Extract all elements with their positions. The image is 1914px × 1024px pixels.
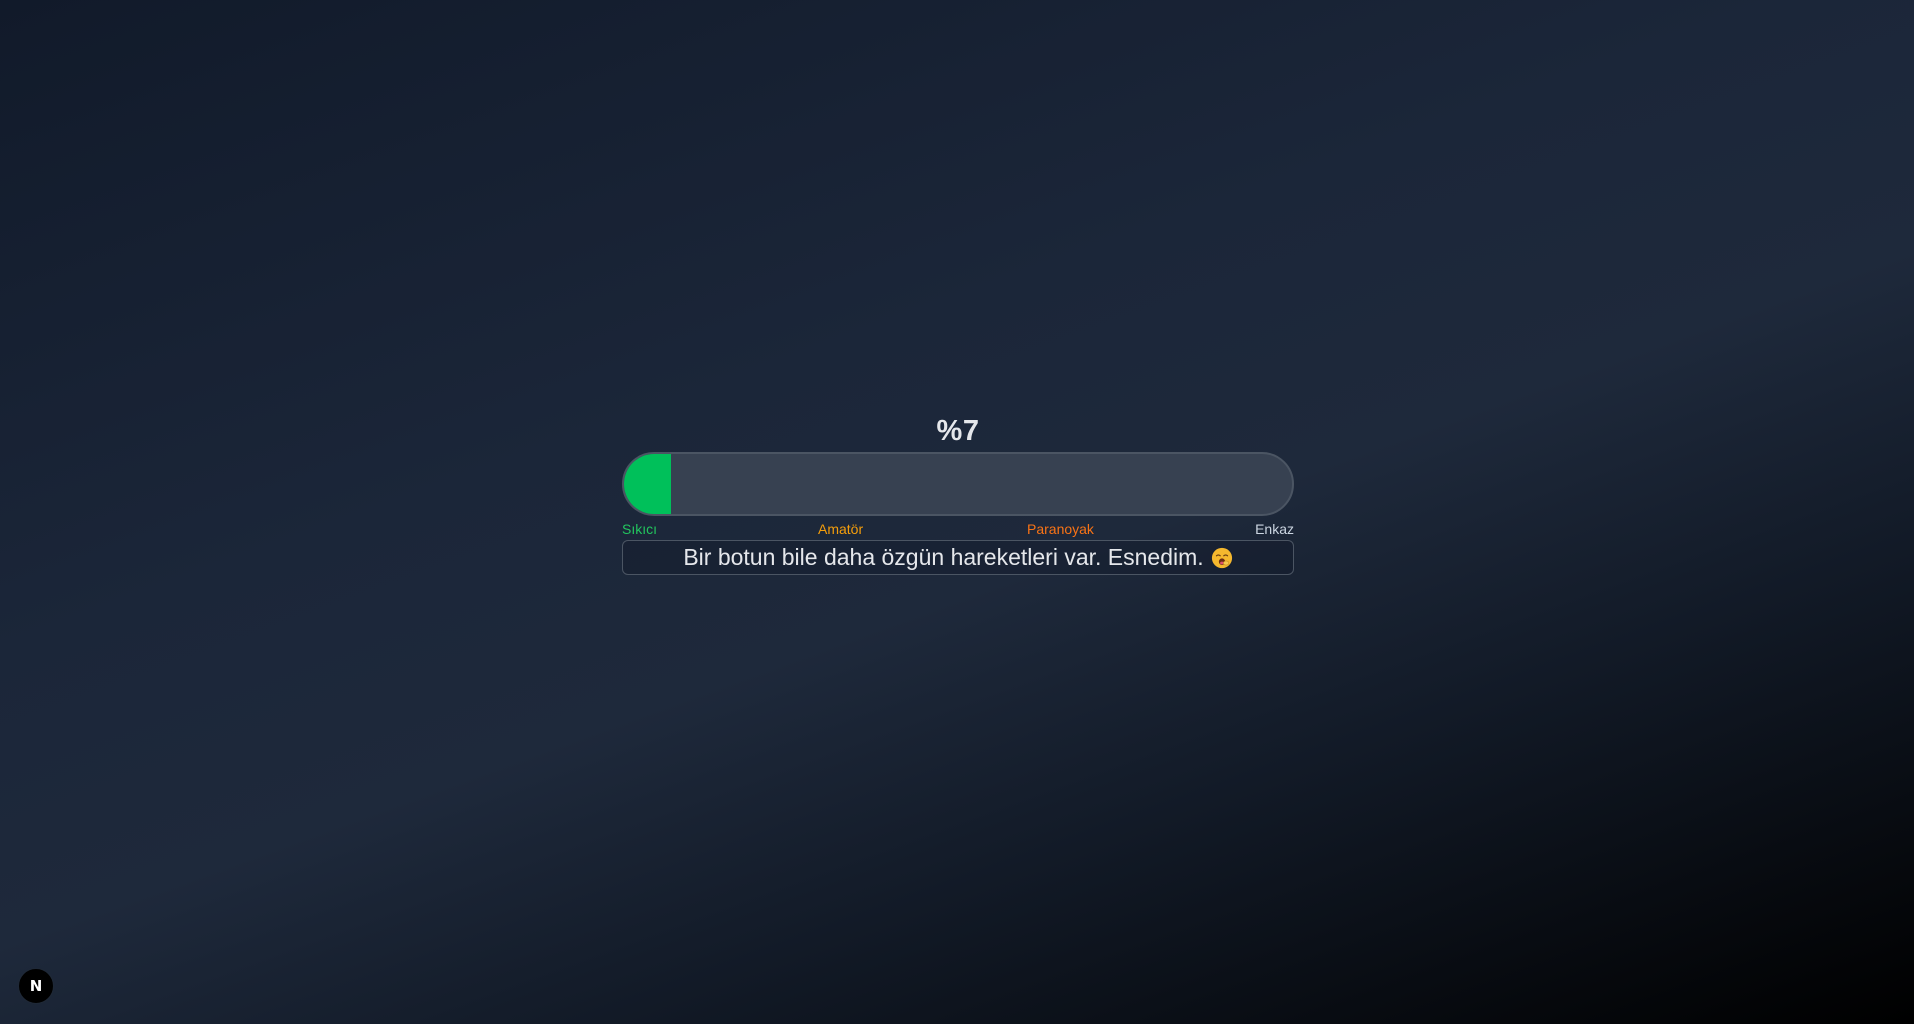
yawning-face-icon (1211, 547, 1232, 568)
scale-labels: Sıkıcı Amatör Paranoyak Enkaz (622, 518, 1294, 540)
verdict-text: Bir botun bile daha özgün hareketleri va… (683, 544, 1204, 570)
nextjs-dev-badge[interactable]: N (18, 968, 54, 1004)
nextjs-icon: N (29, 977, 43, 995)
progress-track (622, 452, 1294, 516)
vibe-meter: %7 Sıkıcı Amatör Paranoyak Enkaz Bir bot… (622, 410, 1294, 575)
progress-fill (624, 454, 671, 514)
percent-label: %7 (936, 415, 980, 447)
scale-label-enkaz: Enkaz (1255, 521, 1294, 537)
scale-label-paranoyak: Paranoyak (1027, 521, 1094, 537)
scale-label-sikici: Sıkıcı (622, 521, 658, 537)
verdict-message: Bir botun bile daha özgün hareketleri va… (622, 540, 1294, 575)
scale-label-amator: Amatör (818, 521, 864, 537)
